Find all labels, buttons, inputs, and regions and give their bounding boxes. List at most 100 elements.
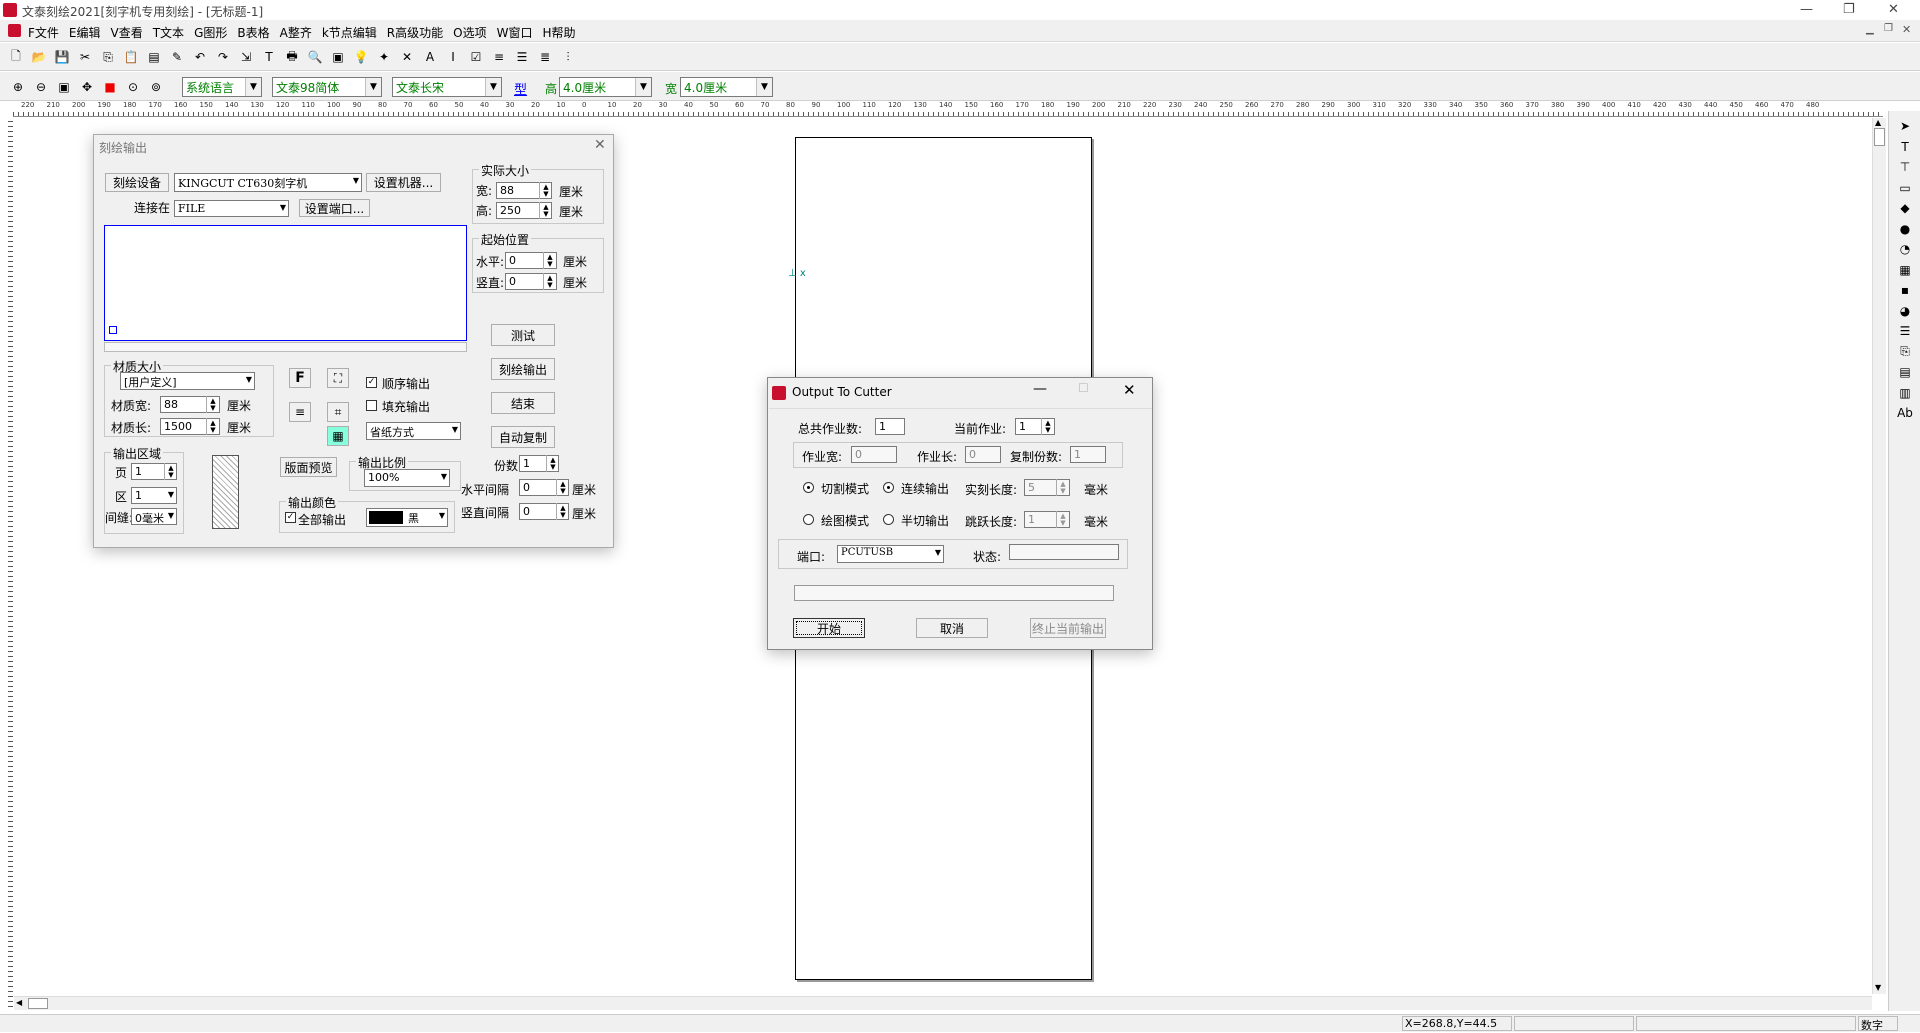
- fill-icon[interactable]: ◆: [1896, 199, 1914, 217]
- material-type-select[interactable]: [用户定义] ▼: [120, 372, 255, 390]
- zoom-all-icon[interactable]: ⊚: [146, 77, 166, 97]
- actual-width-spin[interactable]: ▲ ▼: [539, 182, 552, 199]
- zone-select[interactable]: 1 ▼: [131, 487, 177, 504]
- paper-mode-select[interactable]: 省纸方式 ▼: [366, 422, 461, 440]
- fill-output-checkbox[interactable]: [366, 400, 377, 411]
- color-select[interactable]: 黑 ▼: [366, 508, 448, 527]
- menu-item[interactable]: W窗口: [497, 24, 533, 41]
- apple-icon[interactable]: ●: [1896, 220, 1914, 238]
- paste-special-icon[interactable]: ▤: [144, 47, 164, 67]
- lamp-icon[interactable]: 💡: [351, 47, 371, 67]
- frame-icon[interactable]: ▣: [328, 47, 348, 67]
- menu-item[interactable]: V查看: [111, 24, 143, 41]
- copy-icon[interactable]: ⎘: [98, 47, 118, 67]
- color-map-icon[interactable]: ▦: [327, 426, 349, 446]
- height-select[interactable]: 4.0厘米 ▼: [559, 77, 652, 97]
- print-icon[interactable]: 🖶: [282, 47, 302, 67]
- align-icon[interactable]: ⛶: [327, 368, 349, 388]
- scroll-up-icon[interactable]: ▲: [1875, 118, 1881, 127]
- all-output-checkbox[interactable]: ✓: [285, 512, 296, 523]
- zoom-out-icon[interactable]: ⊖: [31, 77, 51, 97]
- seq-output-checkbox[interactable]: ✓: [366, 377, 377, 388]
- device-select[interactable]: KINGCUT CT630刻字机 ▼: [174, 173, 362, 192]
- rectangle-icon[interactable]: ▭: [1896, 179, 1914, 197]
- shape-icon[interactable]: ◔: [1896, 240, 1914, 258]
- menu-item[interactable]: k节点编辑: [322, 24, 377, 41]
- device-button[interactable]: 刻绘设备: [105, 173, 169, 192]
- current-job-spin[interactable]: ▲ ▼: [1041, 418, 1054, 435]
- lines-icon[interactable]: ≡: [289, 402, 311, 422]
- gap-select[interactable]: 0毫米 ▼: [131, 508, 177, 525]
- open-icon[interactable]: 📂: [29, 47, 49, 67]
- mdi-close-icon[interactable]: ✕: [1902, 23, 1911, 36]
- mat-length-spin[interactable]: ▲ ▼: [206, 418, 219, 435]
- properties-icon[interactable]: ✎: [167, 47, 187, 67]
- layers-icon[interactable]: ▤: [1896, 363, 1914, 381]
- preview-area[interactable]: [104, 225, 467, 341]
- grid-icon[interactable]: ▪: [1896, 281, 1914, 299]
- align-center-icon[interactable]: ☰: [512, 47, 532, 67]
- menu-item[interactable]: F文件: [28, 24, 59, 41]
- type-button[interactable]: 型: [514, 79, 527, 98]
- align-right-icon[interactable]: ≣: [535, 47, 555, 67]
- align-left-icon[interactable]: ≡: [489, 47, 509, 67]
- port-select[interactable]: PCUTUSB ▼: [837, 545, 944, 563]
- actual-height-spin[interactable]: ▲ ▼: [539, 202, 552, 219]
- menu-item[interactable]: H帮助: [542, 24, 575, 41]
- save-icon[interactable]: 💾: [52, 47, 72, 67]
- v-gap-spin[interactable]: ▲ ▼: [556, 503, 569, 520]
- preview-hscroll[interactable]: [104, 342, 467, 352]
- cutter-minimize-icon[interactable]: —: [1033, 381, 1047, 397]
- auto-copy-button[interactable]: 自动复制: [491, 426, 555, 448]
- justify-icon[interactable]: ⫶: [558, 47, 578, 67]
- undo-icon[interactable]: ↶: [190, 47, 210, 67]
- h-gap-spin[interactable]: ▲ ▼: [556, 479, 569, 496]
- page-spin[interactable]: ▲ ▼: [164, 463, 177, 480]
- menu-item[interactable]: R高级功能: [387, 24, 443, 41]
- en-font-select[interactable]: 文泰长宋 ▼: [392, 77, 502, 97]
- italic-icon[interactable]: I: [443, 47, 463, 67]
- table-icon[interactable]: ▦: [1896, 261, 1914, 279]
- mat-width-spin[interactable]: ▲ ▼: [206, 396, 219, 413]
- start-button[interactable]: 开始: [793, 618, 865, 638]
- cancel-button[interactable]: 取消: [916, 618, 988, 638]
- layout-preview-button[interactable]: 版面预览: [280, 457, 337, 477]
- zoom-in-icon[interactable]: ⊕: [8, 77, 28, 97]
- language-select[interactable]: 系统语言 ▼: [182, 77, 262, 97]
- vscroll-thumb[interactable]: [1874, 128, 1885, 146]
- vertical-scrollbar[interactable]: ▲ ▼: [1872, 118, 1886, 994]
- text-tool-icon[interactable]: T: [1896, 138, 1914, 156]
- pan-icon[interactable]: ✥: [77, 77, 97, 97]
- start-vert-spin[interactable]: ▲ ▼: [543, 273, 556, 290]
- menu-item[interactable]: O选项: [453, 24, 486, 41]
- zoom-page-icon[interactable]: ▣: [54, 77, 74, 97]
- import-icon[interactable]: ⇲: [236, 47, 256, 67]
- scroll-left-icon[interactable]: ◀: [16, 998, 22, 1007]
- menu-item[interactable]: A整齐: [280, 24, 312, 41]
- layers2-icon[interactable]: ▥: [1896, 384, 1914, 402]
- char-icon[interactable]: ⌗: [327, 402, 349, 422]
- pointer-icon[interactable]: ➤: [1896, 117, 1914, 135]
- new-file-icon[interactable]: 🗋: [6, 47, 26, 67]
- mdi-minimize-icon[interactable]: ▁: [1866, 24, 1874, 35]
- hscroll-thumb[interactable]: [28, 998, 48, 1009]
- plot-mode-radio[interactable]: [803, 514, 814, 525]
- test-button[interactable]: 测试: [491, 324, 555, 346]
- horizontal-scrollbar[interactable]: ◀: [14, 996, 1872, 1010]
- continuous-radio[interactable]: [883, 482, 894, 493]
- zoom-fit-icon[interactable]: ⊙: [123, 77, 143, 97]
- minimize-icon[interactable]: —: [1800, 2, 1813, 17]
- menu-item[interactable]: G图形: [194, 24, 227, 41]
- globe-icon[interactable]: ◕: [1896, 302, 1914, 320]
- dialog-close-icon[interactable]: ✕: [594, 137, 606, 153]
- mdi-restore-icon[interactable]: ❐: [1884, 23, 1893, 34]
- cutter-close-icon[interactable]: ✕: [1123, 381, 1136, 399]
- end-button[interactable]: 结束: [491, 392, 555, 414]
- scroll-down-icon[interactable]: ▼: [1875, 983, 1881, 992]
- copies-spin[interactable]: ▲ ▼: [546, 455, 559, 472]
- node-icon[interactable]: ✕: [397, 47, 417, 67]
- menu-item[interactable]: E编辑: [69, 24, 101, 41]
- start-horiz-spin[interactable]: ▲ ▼: [543, 252, 556, 269]
- setup-port-button[interactable]: 设置端口...: [299, 199, 370, 217]
- scale-select[interactable]: 100% ▼: [364, 469, 450, 487]
